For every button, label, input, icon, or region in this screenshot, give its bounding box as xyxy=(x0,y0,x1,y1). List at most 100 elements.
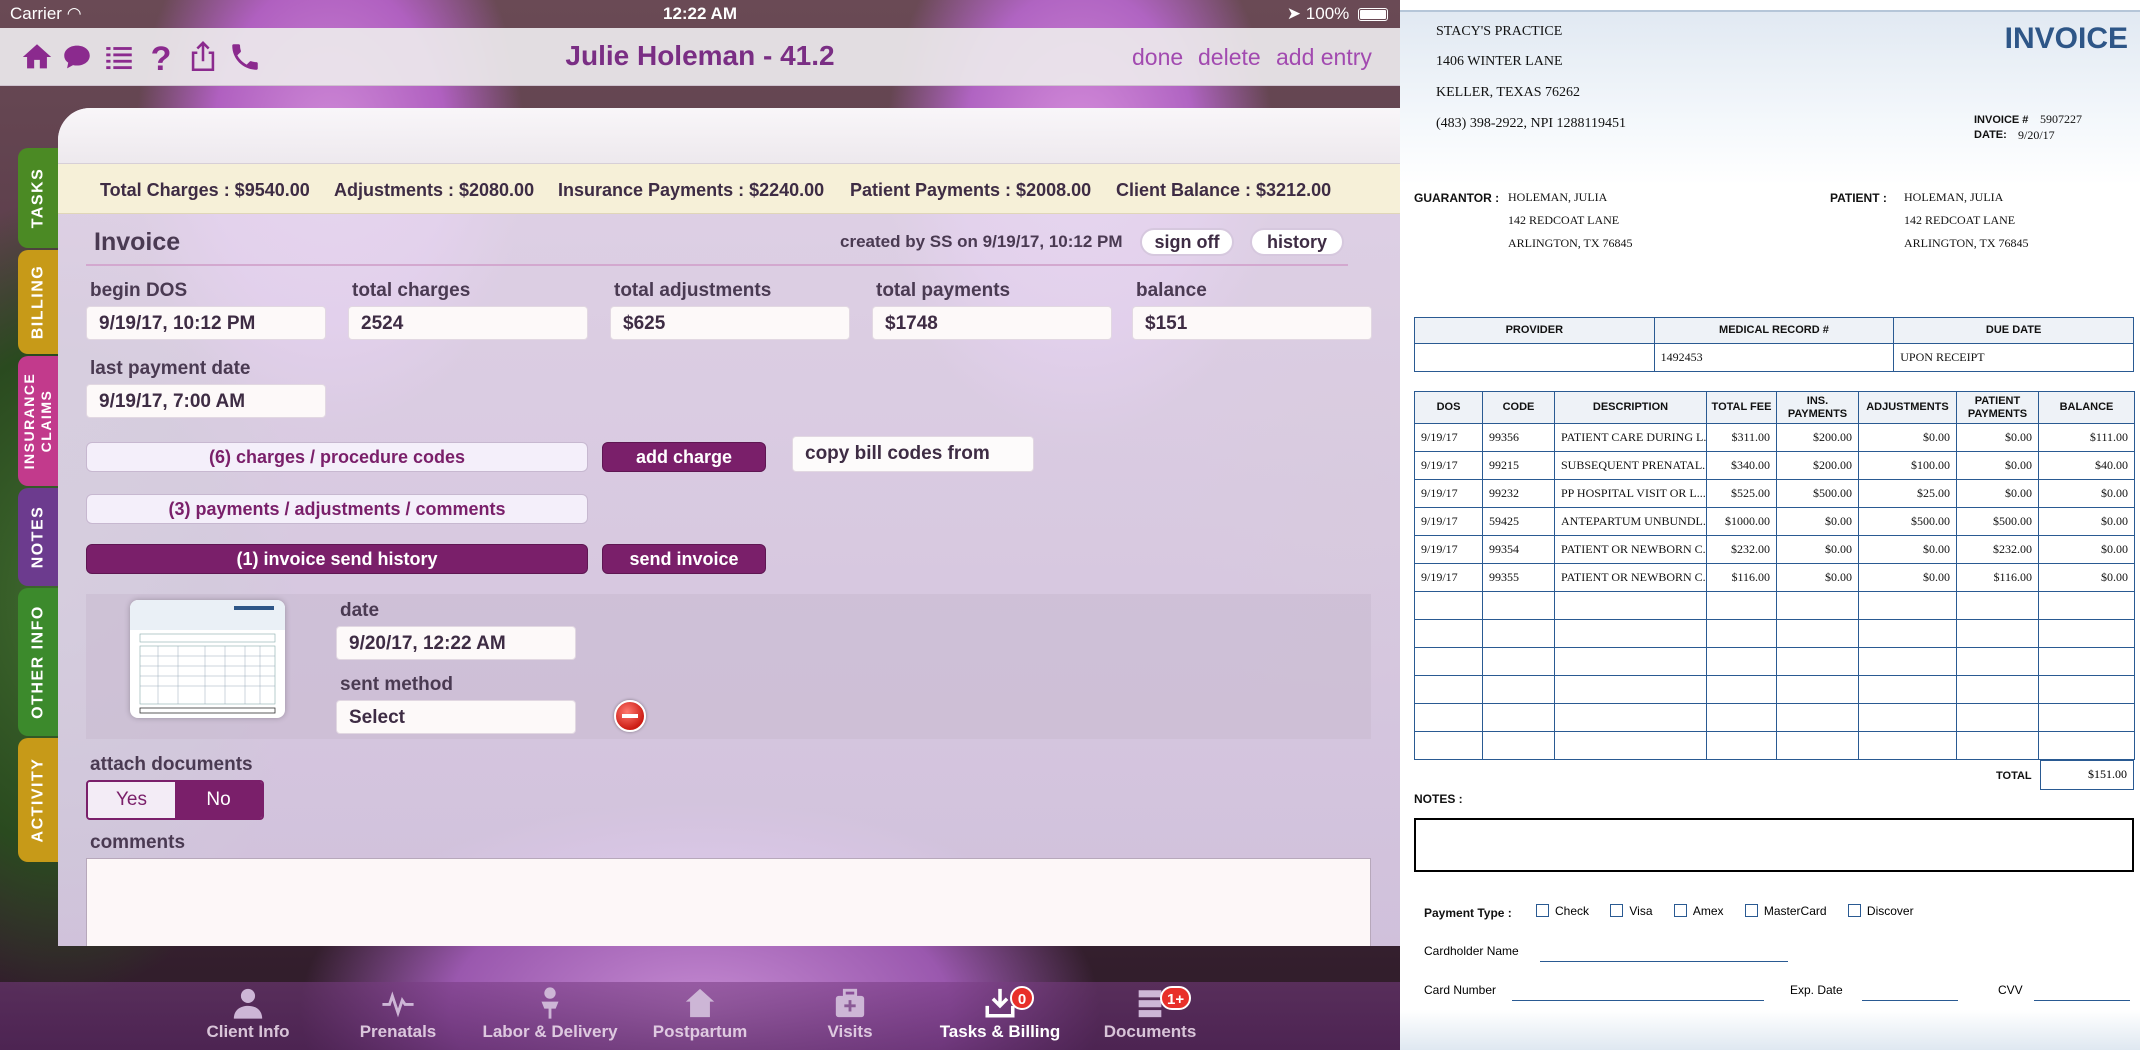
history-button[interactable]: history xyxy=(1250,228,1344,256)
table-cell xyxy=(1858,731,1957,760)
total-payments-label: total payments xyxy=(876,280,1011,301)
notes-label: NOTES : xyxy=(1414,792,1463,806)
send-history-row: date 9/20/17, 12:22 AM sent method Selec… xyxy=(86,594,1371,739)
sent-method-select[interactable]: Select xyxy=(336,700,576,734)
remove-icon[interactable] xyxy=(614,700,646,732)
tab-tasks[interactable]: TASKS xyxy=(18,148,58,248)
attach-no-option[interactable]: No xyxy=(175,782,262,818)
table-cell xyxy=(1706,675,1777,704)
attach-documents-label: attach documents xyxy=(90,754,253,775)
exp-date-label: Exp. Date xyxy=(1790,983,1843,997)
table-cell xyxy=(1414,731,1483,760)
delete-button[interactable]: delete xyxy=(1198,44,1261,71)
cardholder-label: Cardholder Name xyxy=(1424,944,1519,958)
summary-total-charges: Total Charges : $9540.00 xyxy=(100,180,310,200)
invoice-send-history-button[interactable]: (1) invoice send history xyxy=(86,544,588,574)
done-button[interactable]: done xyxy=(1132,44,1183,71)
table-cell xyxy=(1414,675,1483,704)
add-charge-button[interactable]: add charge xyxy=(602,442,766,472)
tab-labor-delivery[interactable]: Labor & Delivery xyxy=(480,986,620,1042)
table-cell xyxy=(2038,703,2135,732)
tab-activity[interactable]: ACTIVITY xyxy=(18,738,58,862)
tab-visits[interactable]: Visits xyxy=(780,986,920,1042)
payments-adjustments-button[interactable]: (3) payments / adjustments / comments xyxy=(86,494,588,524)
card-number-label: Card Number xyxy=(1424,983,1497,997)
last-payment-field[interactable]: 9/19/17, 7:00 AM xyxy=(86,384,326,418)
checkbox-icon xyxy=(1536,904,1549,917)
table-row: 9/19/17 99232 PP HOSPITAL VISIT OR L... $52… xyxy=(1414,479,2135,508)
table-cell xyxy=(1776,647,1859,676)
send-invoice-button[interactable]: send invoice xyxy=(602,544,766,574)
tab-prenatals[interactable]: Prenatals xyxy=(328,986,468,1042)
table-cell: $232.00 xyxy=(1956,535,2039,564)
tab-other-info[interactable]: OTHER INFO xyxy=(18,588,58,736)
table-cell xyxy=(1482,731,1555,760)
tab-notes[interactable]: NOTES xyxy=(18,488,58,586)
billing-summary: Total Charges : $9540.00 Adjustments : $… xyxy=(58,164,1400,214)
copy-bill-codes-field[interactable]: copy bill codes from xyxy=(792,436,1034,472)
invoice-number-label: INVOICE # xyxy=(1974,114,2029,126)
table-cell xyxy=(1414,647,1483,676)
tab-client-info[interactable]: Client Info xyxy=(178,986,318,1042)
table-cell: $111.00 xyxy=(2038,423,2135,452)
table-cell xyxy=(1706,591,1777,620)
attach-yes-option[interactable]: Yes xyxy=(88,782,175,818)
table-cell: $500.00 xyxy=(1776,479,1859,508)
guarantor-label: GUARANTOR : xyxy=(1414,191,1500,205)
invoice-panel: Total Charges : $9540.00 Adjustments : $… xyxy=(58,108,1400,946)
line-header: BALANCE xyxy=(2038,391,2135,424)
table-cell: $0.00 xyxy=(2038,507,2135,536)
add-entry-button[interactable]: add entry xyxy=(1276,44,1372,71)
invoice-thumbnail[interactable] xyxy=(130,600,285,718)
attach-documents-toggle: Yes No xyxy=(86,780,264,820)
table-cell xyxy=(1956,675,2039,704)
table-cell xyxy=(1858,675,1957,704)
tab-insurance-claims[interactable]: INSURANCE CLAIMS xyxy=(18,356,58,486)
tab-tasks-billing[interactable]: Tasks & Billing 0 xyxy=(930,986,1070,1042)
line-header: TOTAL FEE xyxy=(1706,391,1777,424)
payment-mastercard-option: MasterCard xyxy=(1744,904,1827,918)
practice-phone-npi: (483) 398-2922, NPI 1288119451 xyxy=(1436,116,1627,131)
table-row: 9/19/17 99215 SUBSEQUENT PRENATAL... $340.0… xyxy=(1414,451,2135,480)
table-cell: $525.00 xyxy=(1706,479,1777,508)
table-cell: PATIENT CARE DURING L... xyxy=(1554,423,1707,452)
table-cell: 59425 xyxy=(1482,507,1555,536)
table-cell: 99232 xyxy=(1482,479,1555,508)
date-label: date xyxy=(340,600,380,621)
due-date-value: UPON RECEIPT xyxy=(1893,343,2134,372)
practice-address-1: 1406 WINTER LANE xyxy=(1436,54,1563,69)
guarantor-city: ARLINGTON, TX 76845 xyxy=(1508,236,1633,250)
table-cell xyxy=(1956,591,2039,620)
line-header: DOS xyxy=(1414,391,1483,424)
table-cell xyxy=(1482,703,1555,732)
line-header: INS. PAYMENTS xyxy=(1776,391,1859,424)
total-payments-field[interactable]: $1748 xyxy=(872,306,1112,340)
balance-field[interactable]: $151 xyxy=(1132,306,1372,340)
table-cell: $25.00 xyxy=(1858,479,1957,508)
table-cell xyxy=(1858,619,1957,648)
total-adjustments-label: total adjustments xyxy=(614,280,772,301)
bottom-tab-bar: Client Info Prenatals Labor & Delivery P… xyxy=(0,982,1400,1050)
tab-billing[interactable]: BILLING xyxy=(18,250,58,354)
line-header: CODE xyxy=(1482,391,1555,424)
table-cell: $340.00 xyxy=(1706,451,1777,480)
begin-dos-field[interactable]: 9/19/17, 10:12 PM xyxy=(86,306,326,340)
patient-name: HOLEMAN, JULIA xyxy=(1904,190,2004,204)
sign-off-button[interactable]: sign off xyxy=(1140,228,1234,256)
tab-documents[interactable]: Documents 1+ xyxy=(1080,986,1220,1042)
table-cell xyxy=(1554,675,1707,704)
send-date-field[interactable]: 9/20/17, 12:22 AM xyxy=(336,626,576,660)
patient-street: 142 REDCOAT LANE xyxy=(1904,213,2016,227)
empty-row xyxy=(1414,703,2135,732)
total-adjustments-field[interactable]: $625 xyxy=(610,306,850,340)
table-cell: $1000.00 xyxy=(1706,507,1777,536)
tab-postpartum[interactable]: Postpartum xyxy=(630,986,770,1042)
table-cell: $0.00 xyxy=(1956,423,2039,452)
last-payment-label: last payment date xyxy=(90,358,251,379)
table-cell xyxy=(2038,675,2135,704)
total-charges-field[interactable]: 2524 xyxy=(348,306,588,340)
empty-row xyxy=(1414,675,2135,704)
charges-procedure-codes-button[interactable]: (6) charges / procedure codes xyxy=(86,442,588,472)
table-cell xyxy=(1776,703,1859,732)
comments-input[interactable] xyxy=(86,858,1371,946)
